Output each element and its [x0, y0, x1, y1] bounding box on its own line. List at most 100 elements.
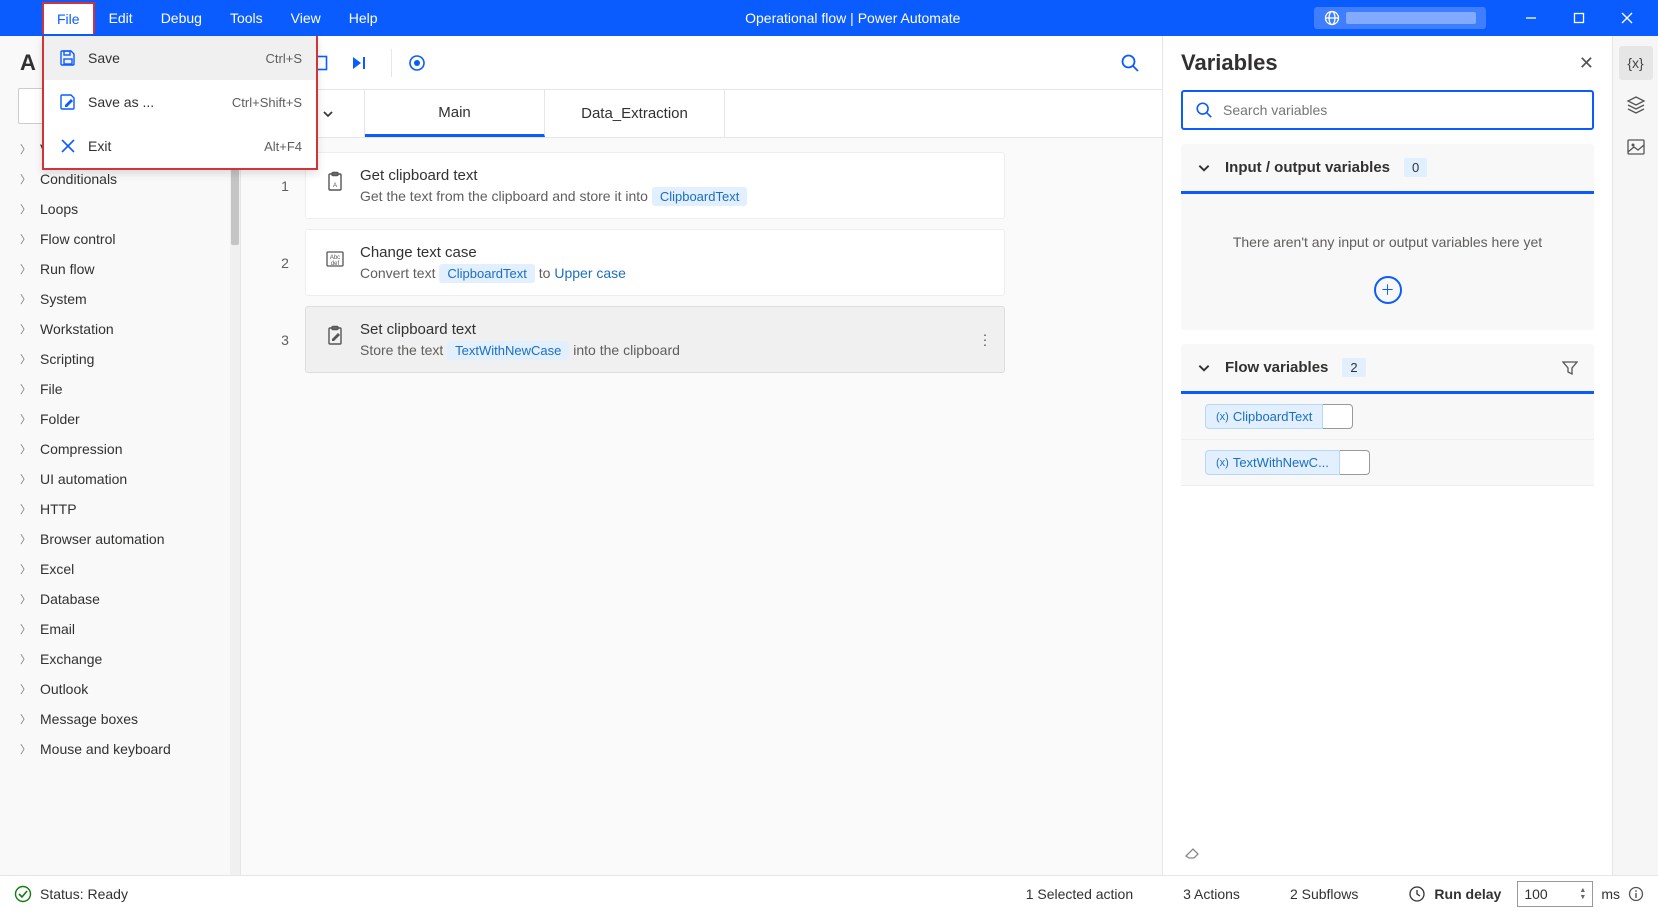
tab-main[interactable]: Main [365, 90, 545, 137]
chevron-right-icon: 〉 [20, 351, 32, 367]
menu-tools[interactable]: Tools [216, 0, 277, 36]
run-delay-unit: ms [1601, 886, 1620, 902]
clear-button[interactable] [1163, 829, 1612, 875]
spinner-icon[interactable]: ▲▼ [1579, 887, 1586, 901]
action-category-label: Loops [40, 201, 78, 217]
step-card[interactable]: A Get clipboard text Get the text from t… [305, 152, 1005, 219]
step-button[interactable] [343, 46, 377, 80]
menu-debug[interactable]: Debug [147, 0, 216, 36]
right-rail: {x} [1612, 36, 1658, 875]
variable-row[interactable]: (x) TextWithNewC... [1181, 440, 1594, 486]
action-category[interactable]: 〉Message boxes [0, 704, 240, 734]
action-category[interactable]: 〉Flow control [0, 224, 240, 254]
maximize-button[interactable] [1556, 2, 1602, 34]
flow-variables-section: Flow variables 2 (x) ClipboardText (x) T… [1181, 344, 1594, 486]
file-exit-item[interactable]: Exit Alt+F4 [44, 124, 316, 168]
exit-icon [58, 136, 78, 156]
svg-text:A: A [333, 183, 337, 189]
action-category[interactable]: 〉Browser automation [0, 524, 240, 554]
add-variable-button[interactable]: ＋ [1374, 276, 1402, 304]
run-delay-label: Run delay [1434, 886, 1501, 902]
info-icon[interactable] [1628, 886, 1644, 902]
io-variables-header[interactable]: Input / output variables 0 [1181, 144, 1594, 194]
chevron-right-icon: 〉 [20, 681, 32, 697]
variables-search[interactable] [1181, 90, 1594, 130]
record-icon [408, 54, 426, 72]
action-category[interactable]: 〉 Database [0, 584, 240, 614]
action-category[interactable]: 〉System [0, 284, 240, 314]
status-subflows: 2 Subflows [1290, 886, 1358, 902]
step-description: Convert text ClipboardText to Upper case [360, 265, 986, 281]
chevron-right-icon: 〉 [20, 411, 32, 427]
file-saveas-label: Save as ... [88, 94, 232, 110]
minimize-button[interactable] [1508, 2, 1554, 34]
file-dropdown: Save Ctrl+S Save as ... Ctrl+Shift+S Exi… [42, 36, 318, 170]
menu-edit[interactable]: Edit [95, 0, 147, 36]
action-category[interactable]: 〉Email [0, 614, 240, 644]
action-category[interactable]: 〉Outlook [0, 674, 240, 704]
file-save-item[interactable]: Save Ctrl+S [44, 36, 316, 80]
action-category[interactable]: 〉Workstation [0, 314, 240, 344]
globe-icon [1324, 10, 1340, 26]
file-saveas-item[interactable]: Save as ... Ctrl+Shift+S [44, 80, 316, 124]
file-saveas-shortcut: Ctrl+Shift+S [232, 95, 302, 110]
close-button[interactable] [1604, 2, 1650, 34]
chevron-right-icon: 〉 [20, 201, 32, 217]
action-category-label: Database [40, 591, 100, 607]
variable-row[interactable]: (x) ClipboardText [1181, 394, 1594, 440]
status-selected: 1 Selected action [1026, 886, 1133, 902]
action-category[interactable]: 〉UI automation [0, 464, 240, 494]
textcase-icon: Abcdef [324, 248, 346, 270]
rail-images-button[interactable] [1619, 130, 1653, 164]
menu-help[interactable]: Help [335, 0, 392, 36]
record-button[interactable] [400, 46, 434, 80]
rail-layers-button[interactable] [1619, 88, 1653, 122]
menu-view[interactable]: View [277, 0, 335, 36]
action-category[interactable]: 〉Exchange [0, 644, 240, 674]
step-card-selected[interactable]: Set clipboard text Store the text TextWi… [305, 306, 1005, 373]
tabs-row: bflows Main Data_Extraction [241, 90, 1162, 138]
status-bar: Status: Ready 1 Selected action 3 Action… [0, 875, 1658, 911]
save-icon [58, 48, 78, 68]
chevron-right-icon: 〉 [20, 711, 32, 727]
image-icon [1626, 137, 1646, 157]
actions-scrollbar[interactable] [230, 134, 240, 875]
step-description: Store the text TextWithNewCase into the … [360, 342, 986, 358]
window-title: Operational flow | Power Automate [392, 10, 1314, 26]
menu-file[interactable]: File [42, 2, 95, 34]
action-category[interactable]: 〉Excel [0, 554, 240, 584]
toolbar-search-button[interactable] [1110, 43, 1150, 83]
action-category[interactable]: 〉File [0, 374, 240, 404]
step-more-button[interactable]: ⋮ [978, 331, 992, 348]
chevron-right-icon: 〉 [20, 501, 32, 517]
chevron-right-icon: 〉 [20, 441, 32, 457]
flow-variables-header[interactable]: Flow variables 2 [1181, 344, 1594, 394]
link-value: Upper case [554, 265, 626, 281]
tab-data-extraction[interactable]: Data_Extraction [545, 90, 725, 137]
actions-tree: 〉Variables〉Conditionals〉Loops〉Flow contr… [0, 134, 240, 875]
variables-close-button[interactable]: ✕ [1579, 53, 1594, 74]
step-title: Get clipboard text [360, 167, 986, 184]
action-category[interactable]: 〉 Loops [0, 194, 240, 224]
action-category[interactable]: 〉Mouse and keyboard [0, 734, 240, 764]
action-category[interactable]: 〉Compression [0, 434, 240, 464]
action-category[interactable]: 〉Run flow [0, 254, 240, 284]
action-category[interactable]: 〉Scripting [0, 344, 240, 374]
variable-chip: (x) ClipboardText [1205, 404, 1323, 429]
rail-variables-button[interactable]: {x} [1619, 46, 1653, 80]
variables-search-input[interactable] [1223, 102, 1580, 118]
chevron-right-icon: 〉 [20, 171, 32, 187]
action-category[interactable]: 〉HTTP [0, 494, 240, 524]
action-category-label: Excel [40, 561, 74, 577]
chevron-right-icon: 〉 [20, 591, 32, 607]
run-delay-input[interactable]: 100 ▲▼ [1517, 881, 1593, 907]
step-icon [351, 55, 369, 71]
flow-section-title: Flow variables [1225, 359, 1328, 376]
filter-button[interactable] [1562, 360, 1578, 376]
action-category[interactable]: 〉Folder [0, 404, 240, 434]
step-title: Set clipboard text [360, 321, 986, 338]
chevron-right-icon: 〉 [20, 141, 32, 157]
environment-badge[interactable] [1314, 7, 1486, 29]
variables-panel: Variables ✕ Input / output variables 0 T… [1162, 36, 1612, 875]
step-card[interactable]: Abcdef Change text case Convert text Cli… [305, 229, 1005, 296]
